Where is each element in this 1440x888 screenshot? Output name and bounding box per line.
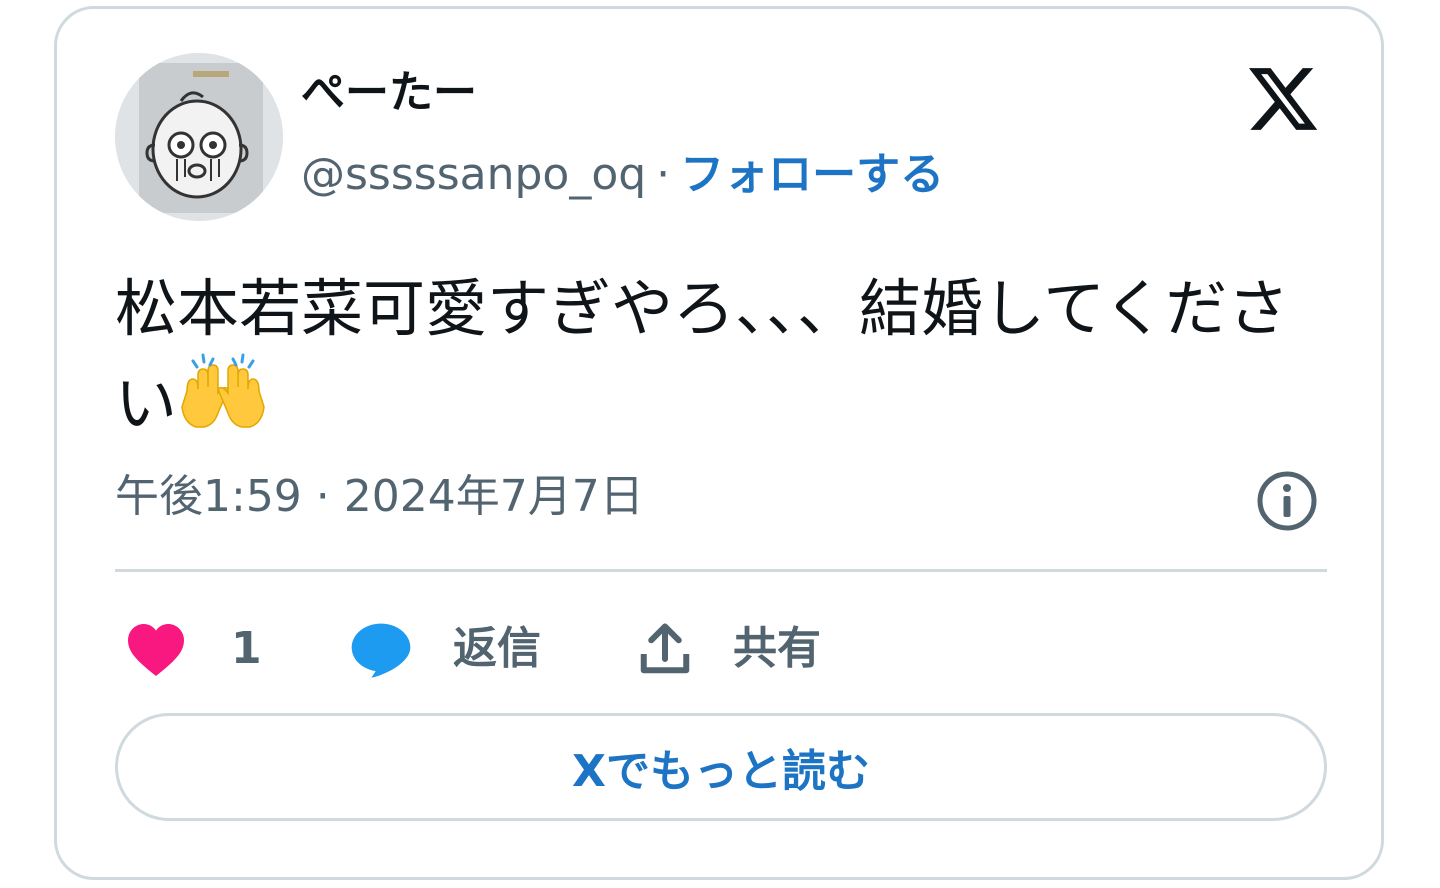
action-bar: 1 返信 共有 (115, 609, 1327, 689)
divider (115, 569, 1327, 572)
speech-bubble-icon (351, 623, 411, 678)
heart-icon (128, 624, 184, 676)
handle-row: @sssssanpo_oq · フォローする (301, 149, 944, 202)
raising-hands-icon (177, 351, 269, 456)
share-button[interactable]: 共有 (635, 609, 821, 689)
read-more-label: Xでもっと読む (572, 746, 870, 797)
tweet-embed-card: ぺーたー @sssssanpo_oq · フォローする 松本若菜可愛すぎやろ、、、結… (54, 6, 1384, 880)
avatar-image (115, 53, 283, 221)
share-upload-icon (640, 623, 690, 674)
display-name[interactable]: ぺーたー (301, 67, 477, 120)
like-count: 1 (231, 623, 262, 674)
avatar[interactable] (115, 53, 283, 221)
reply-label: 返信 (453, 623, 541, 674)
tweet-body: 松本若菜可愛すぎやろ、、、結婚してください (115, 272, 1290, 440)
share-label: 共有 (733, 623, 821, 674)
x-logo-icon[interactable] (1243, 61, 1323, 137)
reply-button[interactable]: 返信 (349, 609, 541, 689)
info-icon[interactable] (1255, 469, 1319, 533)
read-more-on-x-button[interactable]: Xでもっと読む (115, 713, 1327, 821)
like-button[interactable]: 1 (125, 609, 262, 689)
separator-dot: · (656, 149, 671, 200)
tweet-timestamp[interactable]: 午後1:59 · 2024年7月7日 (115, 471, 644, 524)
follow-link[interactable]: フォローする (680, 149, 944, 200)
tweet-text: 松本若菜可愛すぎやろ、、、結婚してください (115, 267, 1335, 456)
user-handle[interactable]: @sssssanpo_oq (301, 149, 646, 200)
